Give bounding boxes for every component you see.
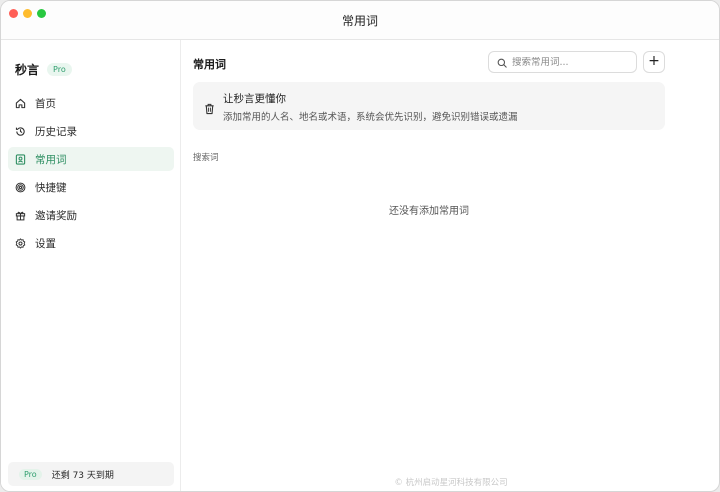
tip-banner: 让秒言更懂你 添加常用的人名、地名或术语，系统会优先识别，避免识别错误或遗漏: [193, 82, 665, 130]
sidebar-item-history[interactable]: 历史记录: [8, 119, 174, 143]
window-title: 常用词: [341, 14, 378, 28]
sidebar-item-label: 快捷键: [35, 181, 67, 194]
section-label: 搜索词: [193, 153, 219, 163]
sidebar-nav: 首页 历史记录 常用词 快捷键 邀请奖励 设置: [8, 91, 174, 259]
tip-description: 添加常用的人名、地名或术语，系统会优先识别，避免识别错误或遗漏: [223, 112, 518, 123]
titlebar: 常用词: [1, 1, 719, 40]
subscription-remaining: 还剩 73 天到期: [51, 470, 114, 481]
sidebar-item-label: 首页: [35, 97, 56, 110]
home-icon: [15, 98, 26, 109]
empty-state-text: 还没有添加常用词: [389, 206, 469, 217]
sidebar-item-label: 常用词: [35, 153, 67, 166]
tip-title: 让秒言更懂你: [223, 93, 286, 105]
page-title: 常用词: [193, 58, 226, 71]
app-window: 常用词 秒言 Pro 首页 历史记录 常用词 快捷键 邀请奖励 设置 Pro 还…: [0, 0, 720, 492]
history-icon: [15, 126, 26, 137]
sidebar-item-home[interactable]: 首页: [8, 91, 174, 115]
search-icon: [497, 53, 507, 72]
sidebar-item-label: 设置: [35, 237, 56, 250]
copyright-text: © 杭州启动星河科技有限公司: [394, 478, 508, 488]
sidebar-item-label: 历史记录: [35, 125, 77, 138]
sidebar-item-vocabulary[interactable]: 常用词: [8, 147, 174, 171]
sidebar-item-label: 邀请奖励: [35, 209, 77, 222]
main-content: 常用词 + 让秒言更懂你 添加常用的人名、地名或术语，系统会优先识别，避免识别错…: [181, 40, 719, 491]
pro-badge: Pro: [19, 468, 42, 480]
brand-name: 秒言: [15, 63, 40, 77]
brand: 秒言 Pro: [15, 61, 72, 78]
search-input[interactable]: [512, 56, 622, 68]
shortcut-icon: [15, 182, 26, 193]
vocabulary-icon: [15, 153, 26, 165]
sidebar-item-settings[interactable]: 设置: [8, 231, 174, 255]
gift-icon: [15, 210, 26, 221]
pro-badge: Pro: [47, 63, 72, 76]
sidebar: 秒言 Pro 首页 历史记录 常用词 快捷键 邀请奖励 设置 Pro 还剩 73…: [1, 40, 181, 491]
sidebar-item-shortcuts[interactable]: 快捷键: [8, 175, 174, 199]
search-box[interactable]: [488, 51, 637, 73]
sidebar-item-invite[interactable]: 邀请奖励: [8, 203, 174, 227]
subscription-status[interactable]: Pro 还剩 73 天到期: [8, 462, 174, 486]
trash-icon: [204, 100, 215, 115]
gear-icon: [15, 237, 26, 249]
add-word-button[interactable]: +: [643, 51, 665, 73]
